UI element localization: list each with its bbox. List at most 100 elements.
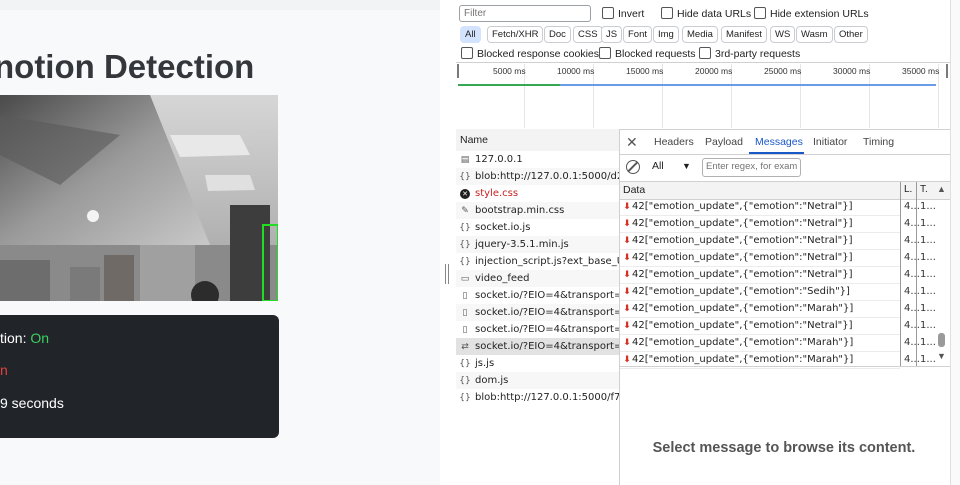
filter-chip-manifest[interactable]: Manifest [721, 26, 767, 43]
messages-scrollbar-thumb[interactable] [938, 333, 945, 347]
message-data: 42["emotion_update",{"emotion":"Netral"}… [632, 269, 853, 280]
blocked-requests-checkbox[interactable] [599, 47, 611, 59]
tab-initiator[interactable]: Initiator [813, 136, 847, 148]
request-name: js.js [475, 358, 495, 369]
invert-checkbox[interactable] [602, 7, 614, 19]
hide-data-urls-checkbox[interactable] [661, 7, 673, 19]
blocked-response-cookies-option[interactable]: Blocked response cookies [461, 47, 599, 60]
timeline-right-handle[interactable] [946, 64, 948, 78]
message-data: 42["emotion_update",{"emotion":"Marah"}] [632, 303, 854, 314]
hide-extension-urls-checkbox[interactable] [754, 7, 766, 19]
message-row[interactable]: ⬇42["emotion_update",{"emotion":"Netral"… [620, 266, 936, 284]
scroll-down-icon[interactable]: ▼ [937, 351, 946, 361]
received-arrow-icon: ⬇ [623, 253, 631, 263]
message-row[interactable]: ⬇42["emotion_update",{"emotion":"Netral"… [620, 232, 936, 250]
script-icon: {} [459, 257, 471, 267]
filter-chip-css[interactable]: CSS [573, 26, 603, 43]
message-length: 4... [904, 269, 920, 280]
message-time: 1... [920, 354, 936, 365]
filter-chip-other[interactable]: Other [834, 26, 868, 43]
filter-chip-fetch-xhr[interactable]: Fetch/XHR [487, 26, 544, 43]
close-icon[interactable]: ✕ [626, 135, 638, 149]
filter-input-box[interactable] [459, 5, 591, 22]
third-party-requests-option[interactable]: 3rd-party requests [699, 47, 800, 60]
tab-messages[interactable]: Messages [755, 136, 803, 148]
invert-option[interactable]: Invert [602, 7, 644, 20]
detection-status-line: tion: On [0, 330, 49, 346]
request-row[interactable]: {} js.js [456, 355, 619, 372]
emotion-line: n [0, 362, 8, 378]
tab-headers[interactable]: Headers [654, 136, 694, 148]
filter-chip-font[interactable]: Font [623, 26, 653, 43]
received-arrow-icon: ⬇ [623, 236, 631, 246]
tab-timing[interactable]: Timing [863, 136, 894, 148]
request-row[interactable]: ✎ bootstrap.min.css [456, 202, 619, 219]
message-time: 1... [920, 252, 936, 263]
request-list-header[interactable]: Name [456, 129, 619, 152]
message-row[interactable]: ⬇42["emotion_update",{"emotion":"Netral"… [620, 198, 936, 216]
data-column-header[interactable]: Data [623, 184, 645, 196]
request-row[interactable]: ▯ socket.io/?EIO=4&transport=p... [456, 304, 619, 321]
message-row[interactable]: ⬇42["emotion_update",{"emotion":"Netral"… [620, 215, 936, 233]
page-title: notion Detection [0, 48, 255, 85]
request-row[interactable]: {} injection_script.js?ext_base_UR... [456, 253, 619, 270]
script-icon: {} [459, 223, 471, 233]
request-row[interactable]: ▤ 127.0.0.1 [456, 151, 619, 168]
timeline-left-handle[interactable] [457, 64, 459, 78]
splitter-grip-icon[interactable] [445, 264, 449, 284]
filter-chip-ws[interactable]: WS [770, 26, 796, 43]
filter-chip-media[interactable]: Media [682, 26, 718, 43]
request-row[interactable]: {} socket.io.js [456, 219, 619, 236]
tab-payload[interactable]: Payload [705, 136, 743, 148]
invert-label: Invert [618, 8, 645, 20]
stylesheet-icon: ✎ [461, 206, 469, 216]
received-arrow-icon: ⬇ [623, 355, 631, 365]
message-time: 1... [920, 218, 936, 229]
request-name: bootstrap.min.css [475, 205, 565, 216]
message-row[interactable]: ⬇42["emotion_update",{"emotion":"Sedih"}… [620, 283, 936, 301]
panel-splitter[interactable] [440, 0, 456, 485]
request-row[interactable]: ⇄ socket.io/?EIO=4&transport=... [456, 338, 619, 355]
clear-messages-icon[interactable] [626, 160, 640, 174]
filter-chip-img[interactable]: Img [653, 26, 679, 43]
message-row[interactable]: ⬇42["emotion_update",{"emotion":"Netral"… [620, 249, 936, 267]
active-tab-indicator [749, 152, 804, 154]
timeline-load-bar [458, 84, 560, 86]
message-type-select[interactable]: All ▼ [648, 158, 696, 175]
scroll-up-icon[interactable]: ▲ [937, 184, 946, 194]
request-name: video_feed [475, 273, 530, 284]
message-regex-box[interactable] [702, 158, 801, 177]
hide-data-urls-option[interactable]: Hide data URLs [661, 7, 751, 20]
message-time: 1... [920, 303, 936, 314]
request-row[interactable]: ✕ style.css [456, 185, 619, 202]
time-column-header[interactable]: T. [920, 184, 928, 195]
request-row[interactable]: {} blob:http://127.0.0.1:5000/d2d... [456, 168, 619, 185]
filter-chip-js[interactable]: JS [601, 26, 623, 43]
length-column-header[interactable]: L. [904, 184, 912, 195]
message-row[interactable]: ⬇42["emotion_update",{"emotion":"Netral"… [620, 317, 936, 335]
blocked-response-cookies-checkbox[interactable] [461, 47, 473, 59]
filter-chip-wasm[interactable]: Wasm [796, 26, 833, 43]
blocked-requests-option[interactable]: Blocked requests [599, 47, 696, 60]
filter-chip-all[interactable]: All [460, 26, 481, 43]
column-divider [900, 198, 901, 366]
message-row[interactable]: ⬇42["emotion_update",{"emotion":"Marah"}… [620, 300, 936, 318]
request-name: style.css [475, 188, 519, 199]
hide-extension-urls-option[interactable]: Hide extension URLs [754, 7, 869, 20]
request-row[interactable]: ▯ socket.io/?EIO=4&transport=p... [456, 321, 619, 338]
message-length: 4... [904, 286, 920, 297]
message-time: 1... [920, 235, 936, 246]
filter-chip-doc[interactable]: Doc [544, 26, 571, 43]
message-row[interactable]: ⬇42["emotion_update",{"emotion":"Marah"}… [620, 351, 936, 369]
received-arrow-icon: ⬇ [623, 270, 631, 280]
message-time: 1... [920, 320, 936, 331]
third-party-requests-checkbox[interactable] [699, 47, 711, 59]
request-row[interactable]: ▭ video_feed [456, 270, 619, 287]
request-row[interactable]: {} blob:http://127.0.0.1:5000/f78... [456, 389, 619, 406]
request-row[interactable]: ▯ socket.io/?EIO=4&transport=p... [456, 287, 619, 304]
filter-input[interactable] [460, 6, 590, 21]
request-row[interactable]: {} dom.js [456, 372, 619, 389]
message-regex-input[interactable] [703, 159, 801, 174]
request-row[interactable]: {} jquery-3.5.1.min.js [456, 236, 619, 253]
message-row[interactable]: ⬇42["emotion_update",{"emotion":"Marah"}… [620, 334, 936, 352]
